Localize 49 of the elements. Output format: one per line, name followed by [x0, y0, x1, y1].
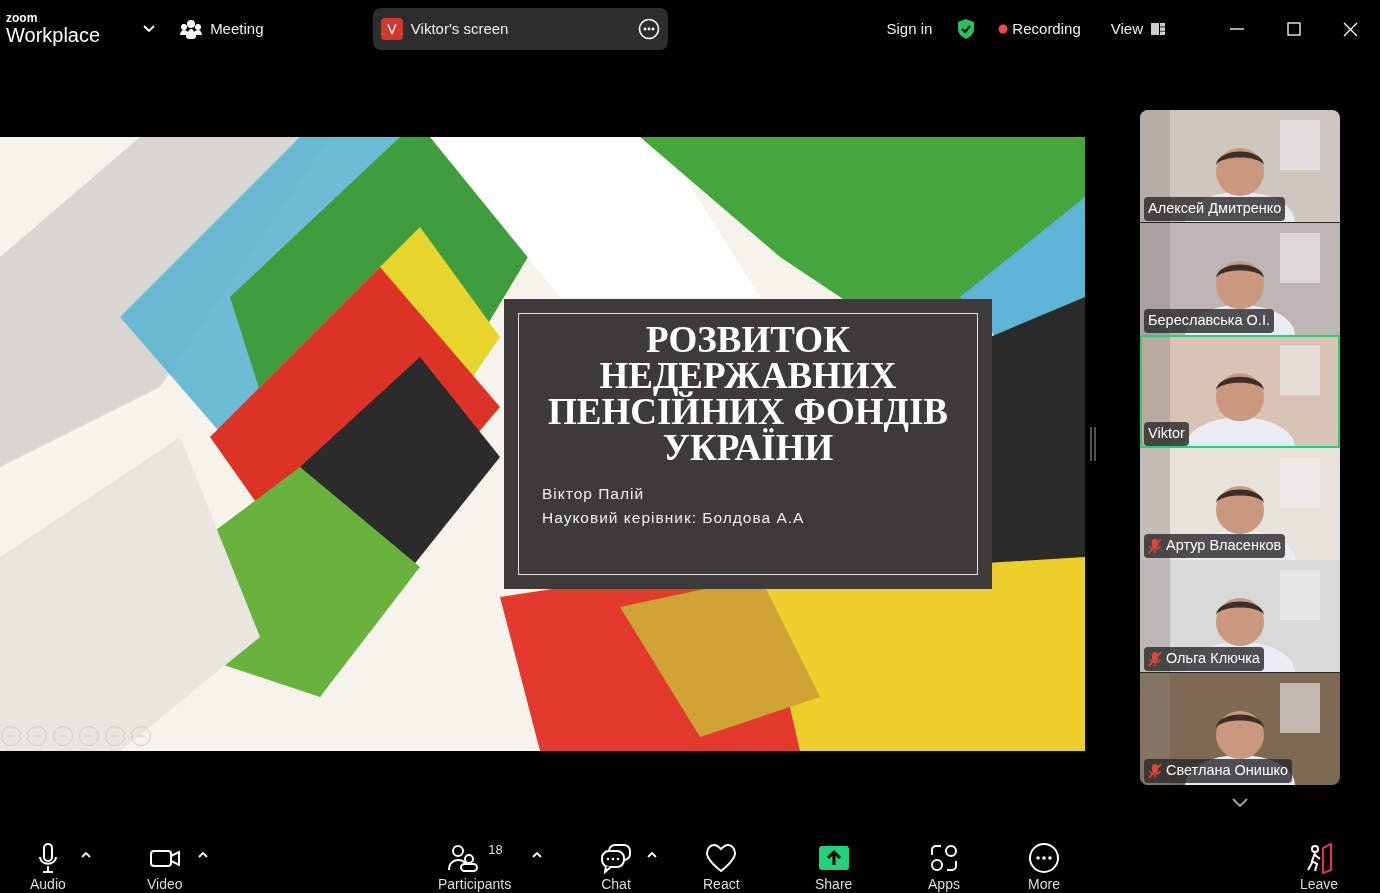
caret-up-icon[interactable] [646, 850, 658, 858]
pill-label: Viktor's screen [410, 18, 509, 39]
participant-name: Светлана Онишко [1166, 761, 1289, 781]
participant-count: 18 [488, 842, 503, 858]
participant-name: Береславська О.І. [1148, 311, 1270, 331]
muted-mic-icon [1148, 650, 1162, 667]
layout-icon[interactable] [1151, 22, 1165, 36]
participants-button[interactable]: 18 Participants [438, 842, 512, 892]
participant-name: Ольга Ключка [1166, 648, 1260, 668]
muted-mic-icon [1148, 763, 1162, 780]
brand-text: zoom [6, 12, 39, 24]
heart-icon [705, 842, 738, 874]
shield-check-icon [956, 18, 977, 40]
share-pill[interactable]: V Viktor's screen [372, 8, 668, 50]
apps-icon [928, 842, 960, 874]
meeting-label[interactable]: Meeting [210, 17, 264, 41]
audio-button[interactable]: Audio [30, 842, 66, 892]
react-button[interactable]: React [703, 842, 740, 892]
chat-icon [600, 842, 632, 874]
caret-up-icon[interactable] [531, 850, 544, 858]
chevron-down-icon[interactable] [1231, 797, 1249, 809]
view-button[interactable]: View [1110, 17, 1143, 41]
video-button[interactable]: Video [147, 842, 183, 892]
slide-text: Науковий керівник: Болдова А.А [542, 508, 806, 528]
more-icon[interactable] [637, 18, 660, 40]
slide-title: РОЗВИТОК НЕДЕРЖАВНИХ ПЕНСІЙНИХ ФОНДІВ УКРАЇНИ [547, 322, 949, 466]
share-button[interactable]: Share [815, 842, 853, 892]
sign-in-link[interactable]: Sign in [886, 17, 933, 41]
close-icon[interactable] [1343, 21, 1358, 37]
caret-up-icon[interactable] [196, 850, 209, 858]
apps-button[interactable]: Apps [928, 842, 960, 892]
participant-name: Артур Власенков [1166, 536, 1282, 556]
people-icon [180, 19, 203, 39]
leave-button[interactable]: Leave [1300, 842, 1339, 892]
avatar: V [380, 18, 403, 40]
participant-name: Viktor [1148, 423, 1185, 443]
people-icon [446, 842, 479, 874]
maximize-icon[interactable] [1287, 22, 1301, 36]
chat-button[interactable]: Chat [600, 842, 632, 892]
participant-name: Алексей Дмитренко [1148, 198, 1282, 218]
more-icon [1028, 842, 1060, 874]
resize-handle-icon[interactable] [1090, 427, 1096, 461]
caret-up-icon[interactable] [79, 850, 92, 858]
recording-label[interactable]: Recording [1012, 17, 1081, 41]
muted-mic-icon [1148, 538, 1162, 555]
brand-text: Workplace [6, 24, 101, 46]
slide-text: Віктор Палій [542, 484, 646, 504]
more-button[interactable]: More [1028, 842, 1060, 892]
recording-dot-icon [998, 24, 1009, 34]
